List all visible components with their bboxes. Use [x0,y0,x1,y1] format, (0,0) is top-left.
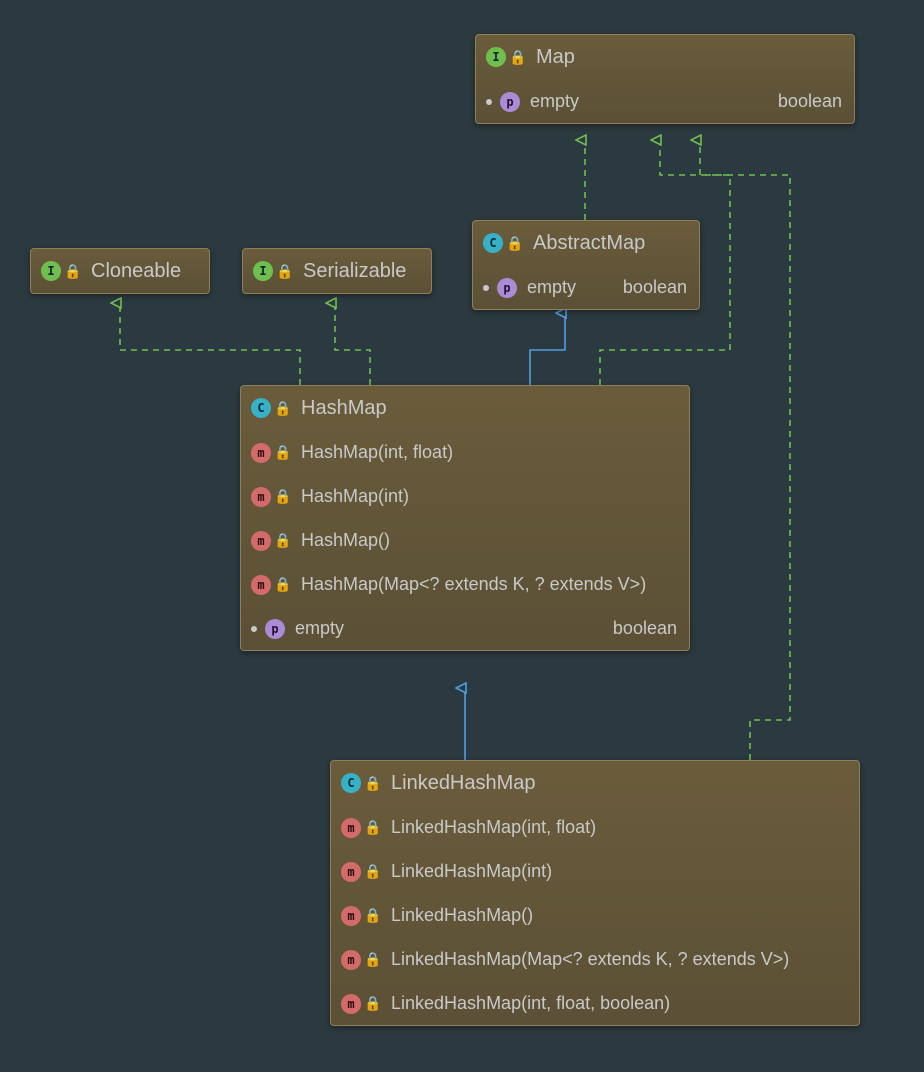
node-header: C 🔒 HashMap [241,386,689,430]
method-sig: LinkedHashMap() [391,905,847,926]
method-row: m 🔒 HashMap(int, float) [241,430,689,474]
dot-icon [251,626,257,632]
node-header: C 🔒 LinkedHashMap [331,761,859,805]
method-sig: LinkedHashMap(Map<? extends K, ? extends… [391,949,847,970]
class-icon: C [483,233,503,253]
property-type: boolean [778,91,842,112]
method-sig: LinkedHashMap(int, float, boolean) [391,993,847,1014]
class-name: HashMap [301,397,677,420]
method-icon: m [341,950,361,970]
node-serializable[interactable]: I 🔒 Serializable [242,248,432,294]
property-icon: p [497,278,517,298]
node-header: I 🔒 Cloneable [31,249,209,293]
node-header: I 🔒 Serializable [243,249,431,293]
property-row: p empty boolean [241,606,689,650]
class-icon: C [251,398,271,418]
property-row: p empty boolean [476,79,854,123]
property-type: boolean [613,618,677,639]
node-hashmap[interactable]: C 🔒 HashMap m 🔒 HashMap(int, float) m 🔒 … [240,385,690,651]
lock-icon: 🔒 [365,952,381,968]
method-icon: m [341,906,361,926]
class-icon: C [341,773,361,793]
method-icon: m [251,531,271,551]
method-row: m 🔒 LinkedHashMap(int, float) [331,805,859,849]
interface-icon: I [253,261,273,281]
property-name: empty [527,277,603,298]
class-name: Map [536,46,842,69]
property-name: empty [295,618,593,639]
method-row: m 🔒 LinkedHashMap() [331,893,859,937]
method-sig: LinkedHashMap(int) [391,861,847,882]
method-sig: HashMap() [301,530,677,551]
lock-icon: 🔒 [275,400,291,416]
property-icon: p [500,92,520,112]
node-header: I 🔒 Map [476,35,854,79]
method-icon: m [251,575,271,595]
lock-icon: 🔒 [365,864,381,880]
lock-icon: 🔒 [365,996,381,1012]
property-row: p empty boolean [473,265,699,309]
interface-icon: I [41,261,61,281]
node-cloneable[interactable]: I 🔒 Cloneable [30,248,210,294]
node-abstractmap[interactable]: C 🔒 AbstractMap p empty boolean [472,220,700,310]
lock-icon: 🔒 [365,775,381,791]
method-row: m 🔒 HashMap(int) [241,474,689,518]
method-row: m 🔒 LinkedHashMap(int, float, boolean) [331,981,859,1025]
dot-icon [483,285,489,291]
class-name: LinkedHashMap [391,772,847,795]
lock-icon: 🔒 [507,235,523,251]
method-icon: m [251,487,271,507]
lock-icon: 🔒 [65,263,81,279]
class-name: Cloneable [91,260,197,283]
method-icon: m [341,994,361,1014]
class-name: AbstractMap [533,232,687,255]
property-name: empty [530,91,758,112]
lock-icon: 🔒 [275,489,291,505]
method-icon: m [251,443,271,463]
lock-icon: 🔒 [275,533,291,549]
method-sig: HashMap(Map<? extends K, ? extends V>) [301,574,677,595]
lock-icon: 🔒 [365,908,381,924]
method-row: m 🔒 HashMap() [241,518,689,562]
lock-icon: 🔒 [277,263,293,279]
node-header: C 🔒 AbstractMap [473,221,699,265]
lock-icon: 🔒 [275,445,291,461]
uml-diagram-canvas: I 🔒 Map p empty boolean C 🔒 AbstractMap … [0,0,924,1072]
method-sig: HashMap(int) [301,486,677,507]
class-name: Serializable [303,260,419,283]
lock-icon: 🔒 [365,820,381,836]
method-row: m 🔒 LinkedHashMap(int) [331,849,859,893]
method-row: m 🔒 LinkedHashMap(Map<? extends K, ? ext… [331,937,859,981]
method-sig: LinkedHashMap(int, float) [391,817,847,838]
method-row: m 🔒 HashMap(Map<? extends K, ? extends V… [241,562,689,606]
method-icon: m [341,818,361,838]
interface-icon: I [486,47,506,67]
lock-icon: 🔒 [275,577,291,593]
method-icon: m [341,862,361,882]
property-type: boolean [623,277,687,298]
property-icon: p [265,619,285,639]
dot-icon [486,99,492,105]
lock-icon: 🔒 [510,49,526,65]
node-map[interactable]: I 🔒 Map p empty boolean [475,34,855,124]
method-sig: HashMap(int, float) [301,442,677,463]
node-linkedhashmap[interactable]: C 🔒 LinkedHashMap m 🔒 LinkedHashMap(int,… [330,760,860,1026]
